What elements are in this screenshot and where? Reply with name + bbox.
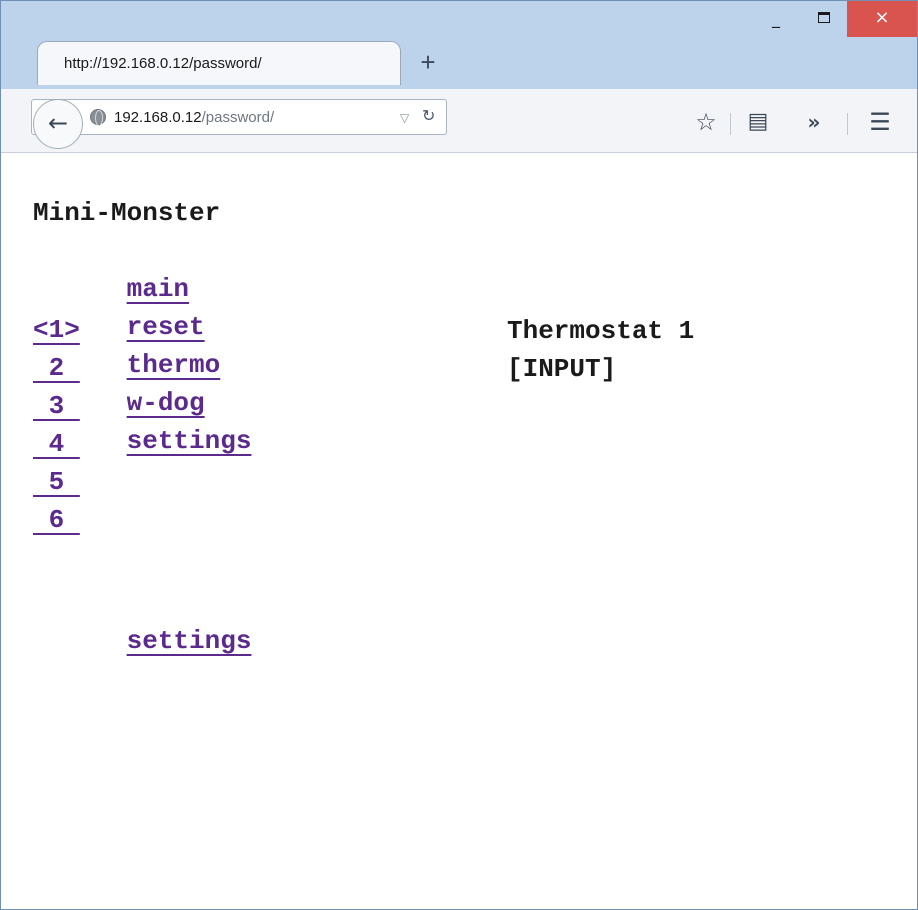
reader-icon[interactable]: ▤ (741, 105, 775, 139)
browser-tab[interactable]: http://192.168.0.12/password/ (37, 41, 401, 85)
url-host: 192.168.0.12 (114, 109, 202, 126)
tab-title: http://192.168.0.12/password/ (64, 55, 262, 72)
thermostat-link-4[interactable]: 4 (33, 426, 80, 464)
settings-link-bottom: settings (33, 584, 252, 698)
maximize-button[interactable] (803, 1, 845, 37)
url-text[interactable]: 192.168.0.12/password/ (114, 109, 274, 126)
settings-link[interactable]: settings (127, 626, 252, 656)
globe-icon (90, 109, 106, 126)
thermostat-link-6[interactable]: 6 (33, 502, 80, 540)
back-button[interactable]: ← (33, 99, 83, 149)
thermostat-input-value: [INPUT] (507, 354, 617, 384)
overflow-icon[interactable]: » (797, 105, 831, 139)
nav-link-thermo[interactable]: thermo (127, 350, 221, 380)
nav-link-main[interactable]: main (127, 274, 189, 304)
close-button[interactable]: × (847, 1, 917, 37)
menu-icon[interactable]: ☰ (863, 105, 897, 139)
new-tab-button[interactable]: + (413, 47, 443, 77)
reload-icon[interactable]: ↻ (422, 106, 435, 126)
page-content: Mini-Monster main reset thermo w-dog set… (1, 154, 917, 909)
url-bar[interactable]: 192.168.0.12/password/ ▽ ↻ (31, 99, 447, 135)
minimize-button[interactable]: _ (755, 1, 797, 37)
browser-window: http://192.168.0.12/password/ + _ × 192.… (0, 0, 918, 910)
thermostat-link-3[interactable]: 3 (33, 388, 80, 426)
title-bar: http://192.168.0.12/password/ + _ × (1, 1, 917, 89)
divider (730, 113, 731, 135)
nav-link-reset[interactable]: reset (127, 312, 205, 342)
maximize-icon (818, 12, 830, 23)
back-arrow-icon: ← (47, 109, 69, 137)
thermostat-list: <1> 2 3 4 5 6 (33, 312, 80, 540)
star-icon[interactable]: ☆ (689, 105, 723, 139)
dropmarker-icon[interactable]: ▽ (400, 108, 409, 128)
thermostat-link-5[interactable]: 5 (33, 464, 80, 502)
divider (847, 113, 848, 135)
url-path: /password/ (201, 109, 275, 126)
navigation-bar: 192.168.0.12/password/ ▽ ↻ (1, 89, 917, 153)
nav-link-w-dog[interactable]: w-dog (127, 388, 205, 418)
thermostat-link-1[interactable]: <1> (33, 312, 80, 350)
nav-link-settings[interactable]: settings (127, 426, 252, 456)
thermostat-link-2[interactable]: 2 (33, 350, 80, 388)
page-title: Mini-Monster (33, 198, 221, 228)
thermostat-title: Thermostat 1 (507, 316, 695, 346)
